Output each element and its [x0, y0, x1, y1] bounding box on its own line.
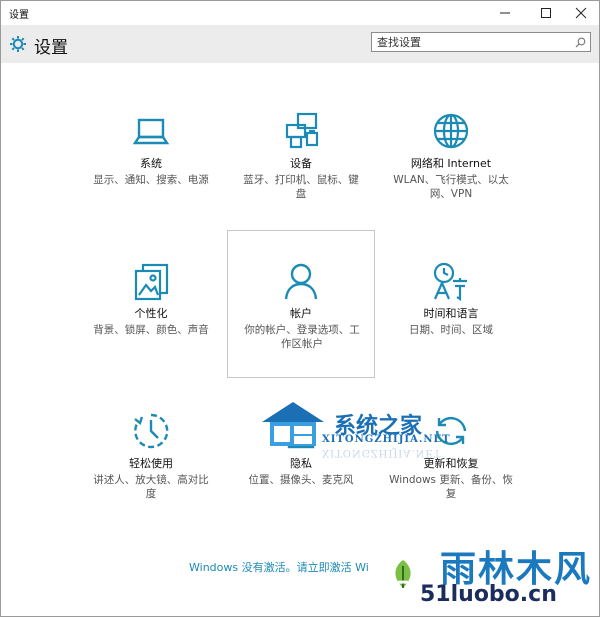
tile-accounts-name: 帐户 — [290, 307, 312, 320]
tile-personalization[interactable]: 个性化 背景、锁屏、颜色、声音 — [77, 231, 225, 379]
personalization-icon — [134, 263, 169, 301]
search-box[interactable] — [371, 32, 591, 52]
activation-link[interactable]: Windows 没有激活。请立即激活 Wi — [189, 559, 369, 575]
house-logo — [262, 402, 324, 446]
tile-ease-of-access[interactable]: 轻松使用 讲述人、放大镜、高对比度 — [77, 381, 225, 529]
search-input[interactable] — [377, 34, 567, 50]
ease-of-access-icon — [134, 413, 169, 449]
tile-devices[interactable]: 设备 蓝牙、打印机、鼠标、键盘 — [227, 81, 375, 229]
tile-time-language-desc: 日期、时间、区域 — [409, 324, 493, 336]
tile-update-recovery-name: 更新和恢复 — [423, 457, 479, 470]
tile-system-name: 系统 — [140, 157, 162, 170]
tile-ease-of-access-desc: 讲述人、放大镜、高对比度 — [93, 474, 209, 500]
devices-icon — [285, 112, 319, 149]
tile-time-language[interactable]: 时间和语言 日期、时间、区域 — [377, 231, 525, 379]
tile-privacy-name: 隐私 — [290, 457, 312, 470]
tile-devices-name: 设备 — [290, 157, 312, 170]
close-button[interactable] — [563, 1, 599, 25]
title-bar[interactable]: 设置 — [1, 1, 599, 25]
tile-personalization-name: 个性化 — [134, 307, 168, 320]
laptop-icon — [132, 118, 170, 145]
minimize-icon — [500, 12, 510, 14]
maximize-icon — [541, 8, 551, 18]
tile-network-desc: WLAN、飞行模式、以太网、VPN — [393, 174, 509, 200]
tile-devices-desc: 蓝牙、打印机、鼠标、键盘 — [243, 174, 359, 200]
person-icon — [284, 263, 318, 300]
tile-accounts-desc: 你的帐户、登录选项、工作区帐户 — [244, 324, 360, 350]
tile-update-recovery-desc: Windows 更新、备份、恢复 — [389, 474, 513, 500]
tile-network[interactable]: 网络和 Internet WLAN、飞行模式、以太网、VPN — [377, 81, 525, 229]
tile-personalization-desc: 背景、锁屏、颜色、声音 — [93, 324, 209, 336]
tile-system[interactable]: 系统 显示、通知、搜索、电源 — [77, 81, 225, 229]
watermark-site-url-reflection: XITONGZHIJIA.NET — [322, 447, 442, 458]
window-title: 设置 — [9, 10, 29, 21]
settings-window: 设置 设置 查找设置 系统 显示、通知、搜索、电源 设备 蓝牙、打印机、鼠标、键… — [0, 0, 600, 617]
page-title: 设置 — [34, 38, 68, 58]
tile-network-name: 网络和 Internet — [410, 157, 492, 170]
gear-icon — [10, 36, 26, 52]
tile-system-desc: 显示、通知、搜索、电源 — [93, 174, 209, 186]
rainforest-logo — [386, 560, 420, 588]
tile-ease-of-access-name: 轻松使用 — [129, 457, 173, 470]
maximize-button[interactable] — [528, 1, 564, 25]
watermark-brand-url: 51luobo.cn — [420, 582, 557, 607]
tile-accounts[interactable]: 帐户 你的帐户、登录选项、工作区帐户 — [227, 230, 375, 378]
minimize-button[interactable] — [487, 1, 523, 25]
tile-time-language-name: 时间和语言 — [423, 307, 479, 320]
watermark-site-url: XITONGZHIJIA.NET — [322, 434, 451, 445]
update-icon — [435, 416, 467, 446]
search-icon[interactable] — [575, 37, 586, 48]
tile-privacy-desc: 位置、摄像头、麦克风 — [248, 474, 354, 486]
close-icon — [575, 7, 587, 19]
globe-icon — [433, 113, 469, 149]
time-language-icon — [433, 262, 467, 301]
